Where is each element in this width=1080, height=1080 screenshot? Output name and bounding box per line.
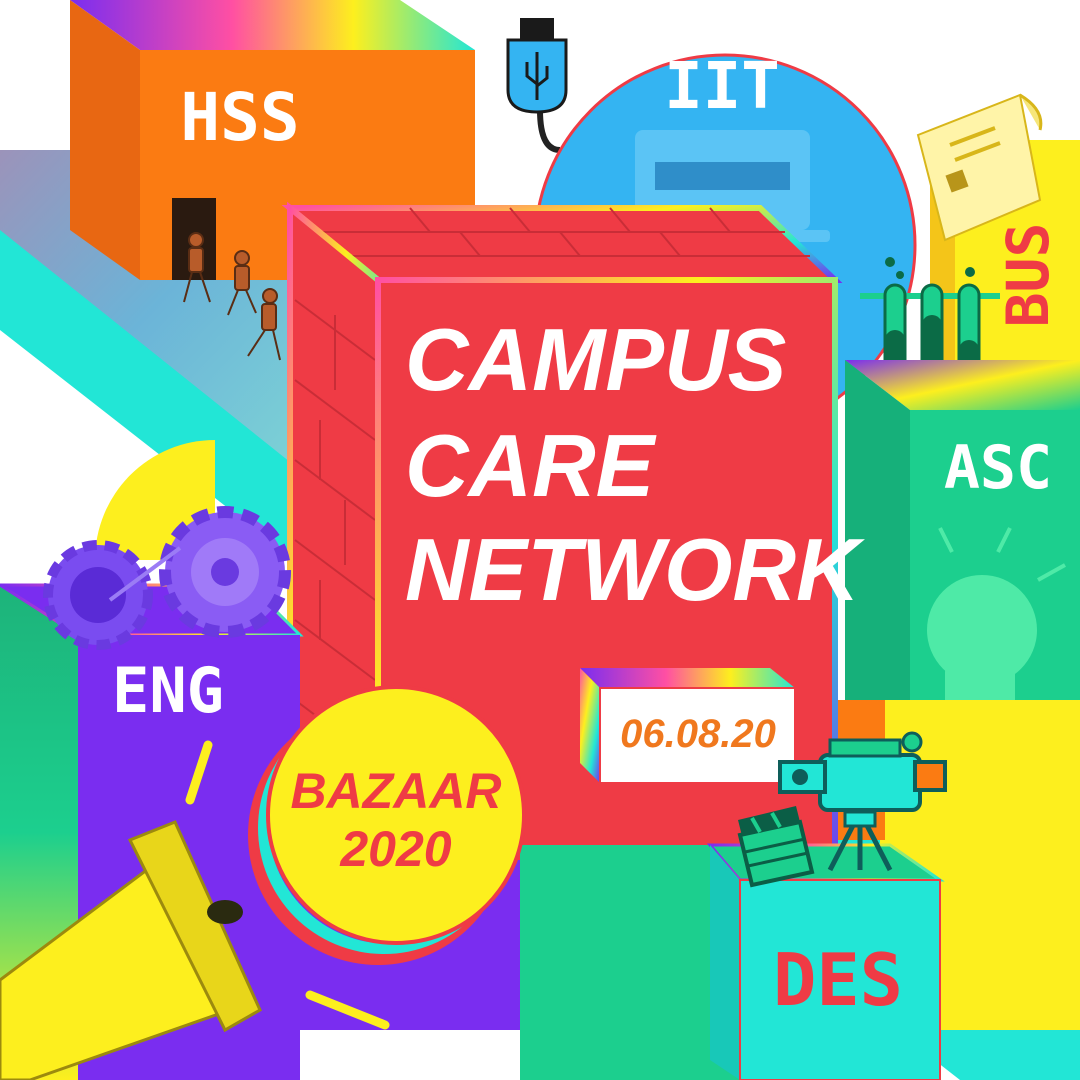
des-label: DES — [773, 938, 903, 1022]
date-label: 06.08.20 — [620, 712, 776, 756]
poster-illustration: HSS IIT BUS ASC CAMPUS CARE NETWORK 06.0… — [0, 0, 1080, 1080]
badge-line-2: 2020 — [339, 821, 451, 877]
title-line-1: CAMPUS — [405, 310, 786, 409]
title-line-2: CARE — [405, 416, 657, 515]
hss-block-top — [70, 0, 475, 50]
des-block-side — [710, 845, 740, 1080]
bus-label: BUS — [994, 223, 1062, 328]
date-block-top — [580, 668, 795, 688]
usb-cable-icon — [506, 18, 568, 153]
iit-label: IIT — [664, 50, 780, 124]
main-block-top — [281, 205, 843, 283]
asc-label: ASC — [944, 433, 1052, 503]
badge-line-1: BAZAAR — [290, 763, 501, 819]
hss-label: HSS — [180, 79, 299, 156]
poster-canvas: HSS IIT BUS ASC CAMPUS CARE NETWORK 06.0… — [0, 0, 1080, 1080]
title-line-3: NETWORK — [405, 520, 865, 619]
date-block-side — [580, 668, 600, 783]
eng-label: ENG — [112, 654, 224, 727]
